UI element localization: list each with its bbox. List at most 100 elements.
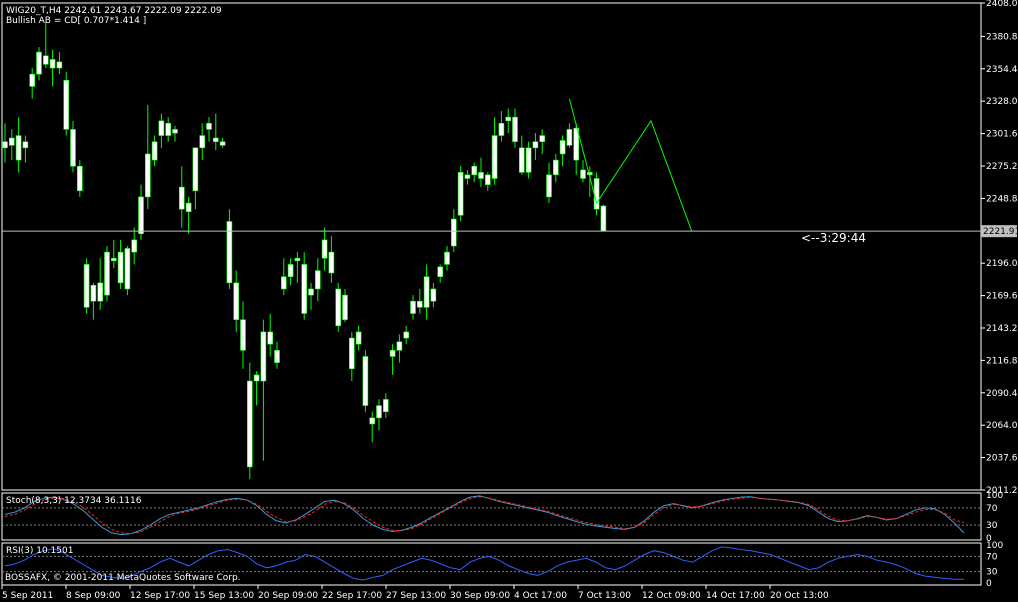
- candle-body: [29, 73, 36, 87]
- candle-body: [376, 405, 382, 419]
- candle-body: [450, 218, 457, 247]
- candle-body: [219, 141, 226, 146]
- candle-body: [580, 169, 586, 179]
- candle-body: [97, 282, 103, 302]
- x-tick-label: 7 Oct 13:00: [578, 591, 631, 601]
- candle-body: [471, 165, 478, 176]
- candle-body: [301, 264, 308, 314]
- trading-chart[interactable]: 2408.00 2380.80 2354.40 2328.00 2301.60 2275.…: [0, 0, 1018, 602]
- candle-body: [36, 51, 42, 75]
- candle-body: [22, 141, 29, 149]
- candle-body: [165, 122, 171, 136]
- candle-body: [430, 288, 437, 302]
- osc-tick-label: 100: [986, 491, 1003, 501]
- candle-body: [90, 284, 97, 302]
- copyright-label: BOSSAFX, © 2001-2011 MetaQuotes Software…: [5, 573, 241, 583]
- candle-body: [566, 129, 573, 146]
- candle-body: [532, 141, 539, 149]
- candle-body: [484, 174, 491, 185]
- candle-body: [2, 141, 8, 149]
- candle-body: [552, 159, 559, 176]
- candle-body: [138, 196, 144, 235]
- candle-body: [505, 116, 512, 122]
- candle-body: [396, 341, 403, 351]
- x-tick-label: 27 Sep 13:00: [386, 591, 446, 601]
- candle-countdown: <--3:29:44: [801, 231, 866, 245]
- candle-body: [491, 135, 498, 179]
- candle-body: [280, 276, 287, 290]
- candle-body: [42, 55, 49, 65]
- indicator-title-1: Stoch(8,3,3) 12.3734 36.1116: [6, 496, 142, 506]
- candle-body: [253, 374, 260, 382]
- candle-body: [77, 165, 83, 192]
- candle-body: [260, 331, 267, 382]
- x-tick-label: 8 Sep 09:00: [66, 591, 121, 601]
- candle-body: [539, 135, 546, 142]
- candle-body: [403, 331, 410, 339]
- candle-body: [287, 264, 294, 277]
- candle-body: [314, 270, 321, 290]
- x-tick-label: 22 Sep 17:00: [322, 591, 382, 601]
- y-tick-label: 2328.00: [986, 97, 1018, 107]
- candle-body: [464, 174, 471, 179]
- candle-body: [437, 266, 444, 277]
- y-tick-label: 2169.60: [986, 292, 1018, 302]
- stoch-line-1: [4, 495, 965, 536]
- candle-body: [199, 135, 205, 149]
- x-tick-label: 14 Oct 17:00: [706, 591, 765, 601]
- candle-body: [151, 141, 158, 161]
- candle-body: [335, 288, 342, 327]
- candle-body: [185, 202, 192, 212]
- candle-body: [63, 80, 70, 130]
- candle-body: [179, 186, 185, 210]
- candle-body: [593, 178, 600, 210]
- candle-body: [49, 59, 56, 69]
- candle-body: [600, 205, 607, 232]
- candle-body: [518, 147, 525, 173]
- candle-body: [348, 337, 355, 370]
- candle-body: [512, 116, 518, 142]
- candle-body: [192, 147, 199, 192]
- y-tick-label: 2037.60: [986, 454, 1018, 464]
- pattern-label: Bullish AB = CD[ 0.707*1.414 ]: [6, 16, 147, 26]
- candle-body: [70, 129, 76, 167]
- y-tick-label: 2275.20: [986, 162, 1018, 172]
- candle-body: [172, 129, 178, 134]
- y-tick-label: 2143.20: [986, 324, 1018, 334]
- candle-body: [124, 248, 131, 290]
- candle-body: [423, 276, 430, 308]
- candle-body: [240, 319, 246, 351]
- candle-body: [362, 356, 369, 406]
- candle-body: [233, 282, 239, 320]
- y-tick-label: 2408.00: [986, 0, 1018, 9]
- osc-tick-label: 100: [986, 541, 1003, 551]
- candle-body: [342, 294, 348, 320]
- y-tick-label: 2380.80: [986, 32, 1018, 42]
- candle-body: [104, 251, 110, 296]
- x-tick-label: 5 Sep 2011: [2, 591, 53, 601]
- x-tick-label: 30 Sep 09:00: [450, 591, 510, 601]
- osc-tick-label: 70: [986, 552, 998, 562]
- candle-body: [158, 120, 165, 136]
- x-tick-label: 15 Sep 13:00: [194, 591, 254, 601]
- panel-frame-2: [1, 492, 982, 541]
- y-tick-label: 2064.00: [986, 421, 1018, 431]
- candle-body: [478, 172, 484, 179]
- y-tick-label: 2248.80: [986, 194, 1018, 204]
- candle-body: [355, 331, 362, 345]
- candle-body: [369, 417, 376, 425]
- x-tick-label: 4 Oct 17:00: [514, 591, 567, 601]
- candle-body: [457, 172, 464, 216]
- y-tick-label: 2354.40: [986, 65, 1018, 75]
- candle-body: [83, 264, 90, 308]
- x-tick-label: 20 Sep 09:00: [258, 591, 318, 601]
- candle-body: [117, 251, 124, 284]
- candle-body: [321, 239, 328, 259]
- x-tick-label: 20 Oct 13:00: [770, 591, 829, 601]
- osc-tick-label: 30: [986, 521, 998, 531]
- abcd-pattern-line: [568, 98, 693, 232]
- chart-title: WIG20_T,H4 2242.61 2243.67 2222.09 2222.…: [6, 6, 222, 16]
- candle-body: [15, 135, 22, 161]
- candle-body: [226, 221, 233, 284]
- x-tick-label: 12 Sep 17:00: [130, 591, 190, 601]
